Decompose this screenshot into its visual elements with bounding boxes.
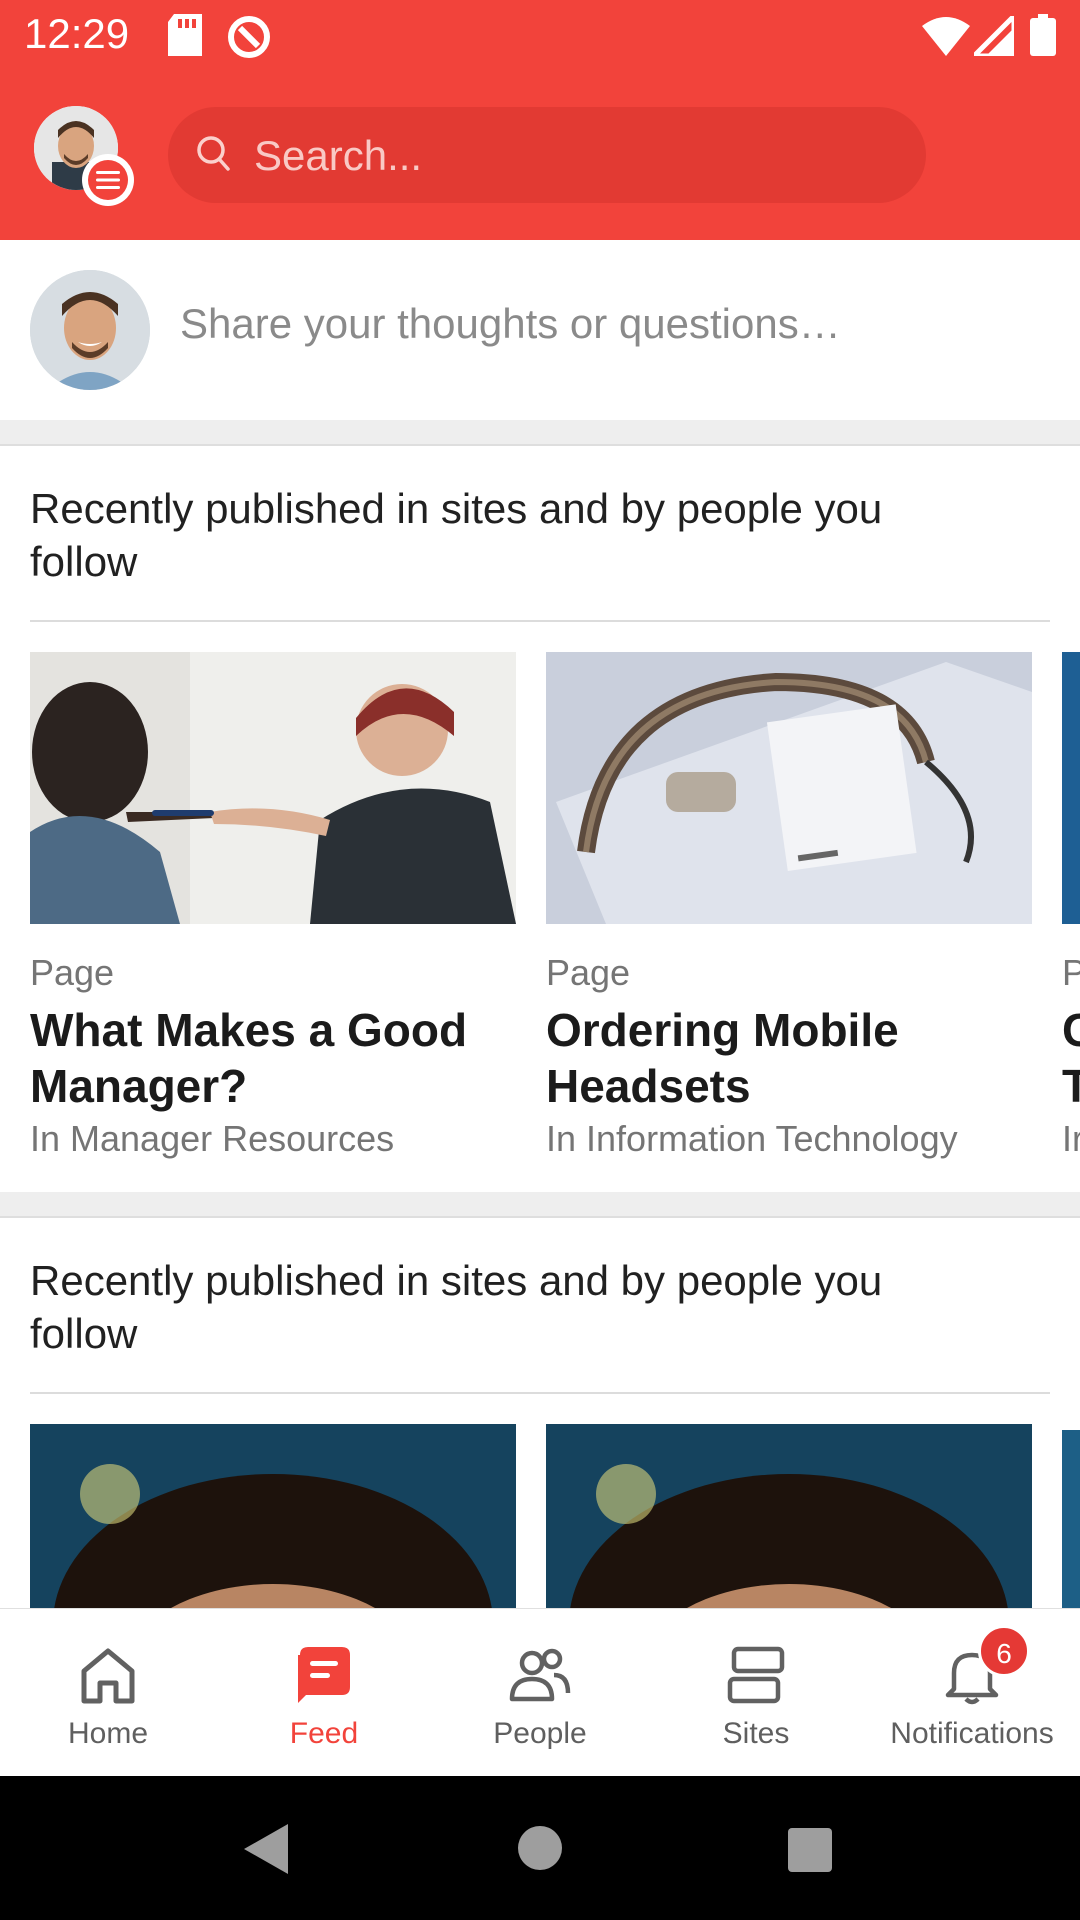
cell-signal-icon — [967, 9, 1017, 61]
section-separator — [0, 420, 1080, 446]
card-image — [546, 652, 1032, 924]
content-card-partial[interactable]: P C T Ir — [1062, 652, 1080, 1160]
divider — [30, 620, 1050, 622]
nav-people[interactable]: People — [432, 1609, 648, 1777]
content-card[interactable] — [30, 1424, 516, 1608]
card-title: C T — [1062, 1004, 1080, 1112]
card-title: Ordering Mobile Headsets — [546, 1004, 899, 1112]
nav-label: Home — [67, 1717, 149, 1750]
app-header: 12:29 — [0, 0, 1080, 240]
card-subtitle: Ir — [1062, 1118, 1080, 1159]
content-card[interactable]: Page Ordering Mobile Headsets In Informa… — [546, 652, 1032, 1160]
card-type: Page — [546, 952, 631, 993]
data-saver-icon — [226, 14, 272, 65]
back-icon[interactable] — [244, 1824, 288, 1879]
divider — [30, 1392, 1050, 1394]
bottom-navigation: Home Feed People Sites 6 Notifications — [0, 1608, 1080, 1777]
recents-icon[interactable] — [788, 1828, 832, 1877]
nav-notifications[interactable]: 6 Notifications — [864, 1609, 1080, 1777]
feed-icon — [292, 1643, 356, 1707]
wifi-icon — [922, 16, 970, 61]
card-image — [30, 652, 516, 924]
menu-button[interactable] — [82, 154, 134, 206]
card-subtitle: In Information Technology — [546, 1118, 958, 1159]
bell-icon: 6 — [940, 1625, 1030, 1707]
card-type: P — [1062, 952, 1080, 993]
home-icon — [76, 1643, 140, 1707]
nav-label: Notifications — [890, 1717, 1054, 1750]
content-card-partial[interactable] — [1062, 1430, 1080, 1608]
avatar — [30, 270, 150, 390]
content-card[interactable] — [546, 1424, 1032, 1608]
card-type: Page — [30, 952, 115, 993]
nav-label: Feed — [289, 1717, 359, 1750]
card-image — [1062, 652, 1080, 924]
home-circle-icon[interactable] — [518, 1826, 562, 1875]
nav-feed[interactable]: Feed — [216, 1609, 432, 1777]
composer-placeholder[interactable]: Share your thoughts or questions… — [180, 300, 841, 348]
content-card[interactable]: Page What Makes a Good Manager? In Manag… — [30, 652, 516, 1160]
nav-sites[interactable]: Sites — [648, 1609, 864, 1777]
system-navigation-bar — [0, 1776, 1080, 1920]
nav-home[interactable]: Home — [0, 1609, 216, 1777]
hamburger-icon — [96, 171, 120, 189]
notification-count-badge: 6 — [978, 1625, 1030, 1677]
nav-label: Sites — [722, 1717, 790, 1750]
recent-section: Recently published in sites and by peopl… — [0, 446, 1080, 1192]
status-time: 12:29 — [24, 10, 130, 57]
sd-card-icon — [168, 14, 202, 61]
card-image — [546, 1424, 1032, 1608]
section-separator — [0, 1192, 1080, 1218]
sites-icon — [724, 1643, 788, 1707]
status-bar: 12:29 — [0, 0, 1080, 72]
section-title: Recently published in sites and by peopl… — [30, 1257, 883, 1357]
card-title: What Makes a Good Manager? — [30, 1004, 468, 1112]
battery-icon — [1030, 14, 1056, 61]
search-bar[interactable] — [168, 107, 926, 205]
nav-label: People — [493, 1717, 587, 1750]
section-title: Recently published in sites and by peopl… — [30, 485, 883, 585]
people-icon — [508, 1643, 572, 1707]
post-composer[interactable]: Share your thoughts or questions… — [0, 240, 1080, 422]
search-icon — [194, 133, 234, 180]
card-subtitle: In Manager Resources — [30, 1118, 395, 1159]
card-image — [30, 1424, 516, 1608]
search-input[interactable] — [252, 107, 896, 205]
recent-section: Recently published in sites and by peopl… — [0, 1218, 1080, 1608]
